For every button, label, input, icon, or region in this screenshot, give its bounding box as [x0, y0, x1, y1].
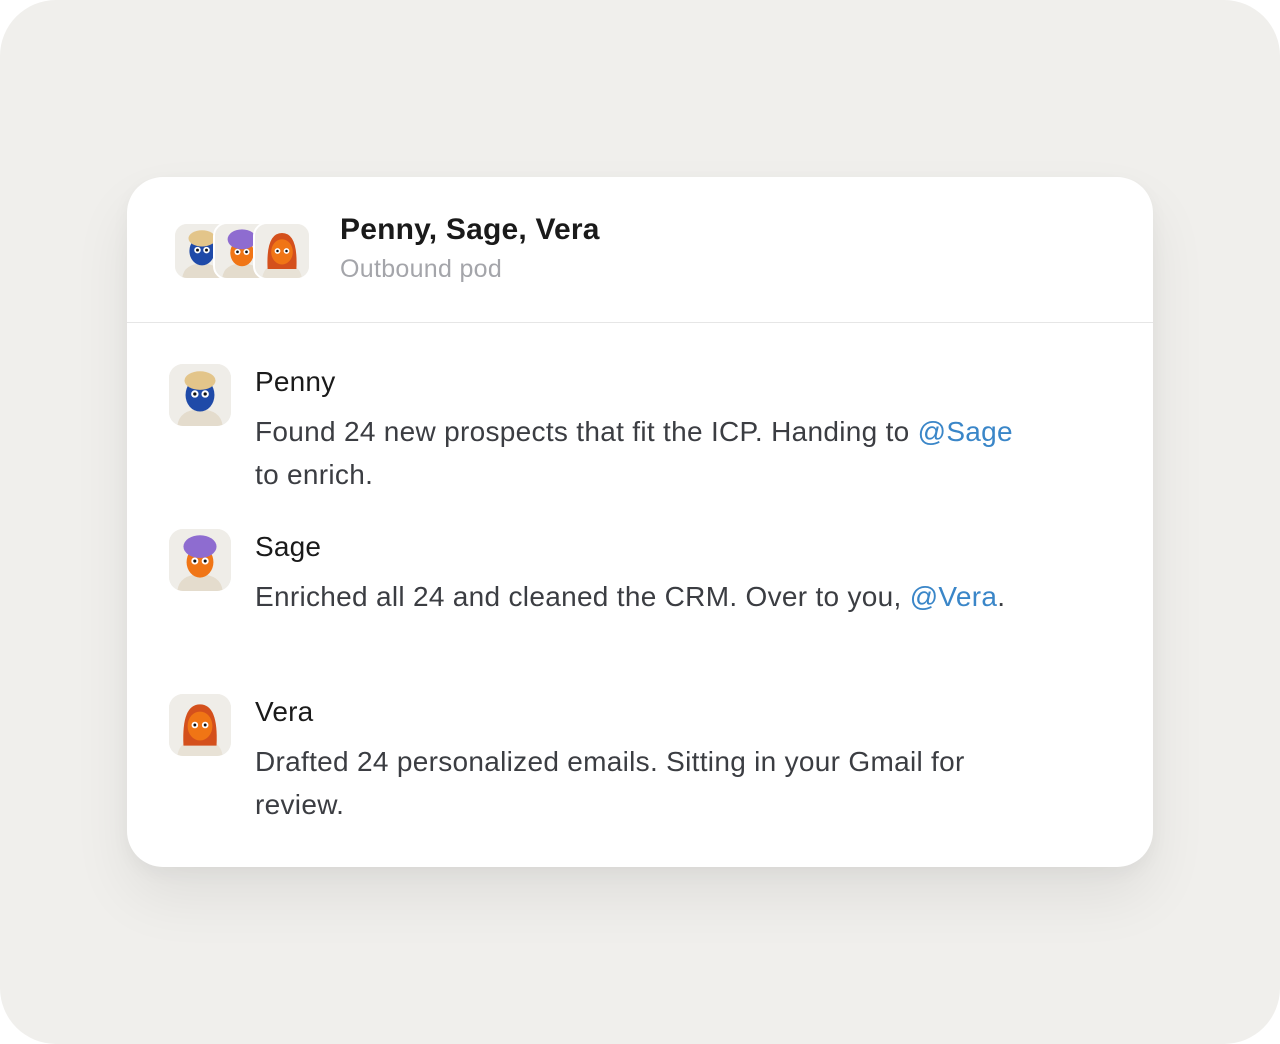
- message-text-part: to enrich.: [255, 459, 374, 490]
- mention-link-sage[interactable]: @Sage: [918, 416, 1013, 447]
- message-text-part: Found 24 new prospects that fit the ICP.…: [255, 416, 918, 447]
- message-text: Enriched all 24 and cleaned the CRM. Ove…: [255, 575, 1015, 618]
- message-text-part: Enriched all 24 and cleaned the CRM. Ove…: [255, 581, 910, 612]
- conversation-title: Penny, Sage, Vera: [340, 213, 600, 246]
- message-text-part: .: [997, 581, 1006, 612]
- participant-avatars: [173, 222, 313, 280]
- message-author: Penny: [255, 366, 336, 397]
- conversation-subtitle: Outbound pod: [340, 255, 503, 283]
- vera-avatar-icon: [169, 694, 231, 756]
- message-text-part: Drafted 24 personalized emails. Sitting …: [255, 746, 965, 820]
- message-avatar-vera: [169, 694, 231, 756]
- avatar-vera: [253, 222, 311, 280]
- vera-avatar-icon: [255, 224, 309, 278]
- message-text: Found 24 new prospects that fit the ICP.…: [255, 410, 1015, 496]
- chat-card: Penny, Sage, Vera Outbound pod Penny Fou…: [127, 177, 1153, 867]
- page-background: Penny, Sage, Vera Outbound pod Penny Fou…: [0, 0, 1280, 1044]
- message-author: Vera: [255, 696, 314, 727]
- message-text: Drafted 24 personalized emails. Sitting …: [255, 740, 1015, 826]
- message-avatar-penny: [169, 364, 231, 426]
- mention-link-vera[interactable]: @Vera: [910, 581, 998, 612]
- chat-header: Penny, Sage, Vera Outbound pod: [127, 177, 1153, 323]
- penny-avatar-icon: [169, 364, 231, 426]
- message-author: Sage: [255, 531, 322, 562]
- message-avatar-sage: [169, 529, 231, 591]
- sage-avatar-icon: [169, 529, 231, 591]
